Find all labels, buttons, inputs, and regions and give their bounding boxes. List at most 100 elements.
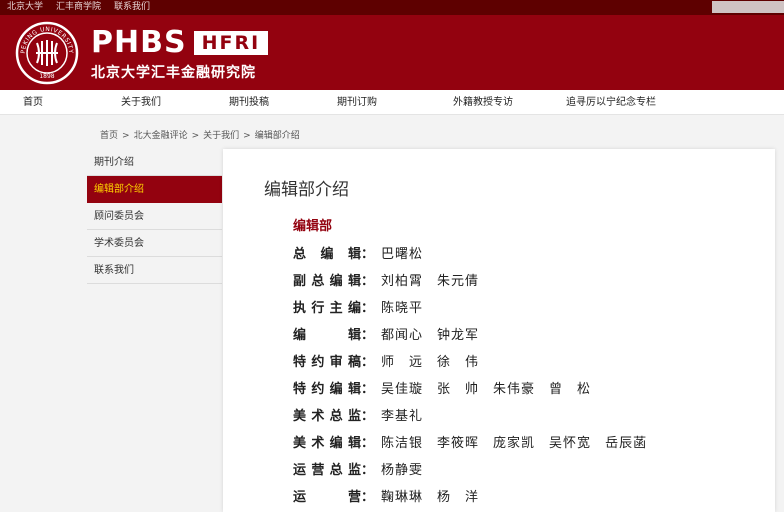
staff-colon: ： <box>361 490 375 505</box>
sidebar-item-editorial[interactable]: 编辑部介绍 <box>87 176 222 203</box>
breadcrumb-home[interactable]: 首页 <box>100 131 118 141</box>
staff-role-char: 术 <box>311 409 325 424</box>
staff-role: 编辑 <box>293 324 361 343</box>
staff-colon: ： <box>361 436 375 451</box>
staff-name: 朱伟豪 <box>493 382 536 397</box>
staff-role-char: 运 <box>293 463 307 478</box>
staff-role-char: 营 <box>311 463 325 478</box>
staff-name: 李筱晖 <box>437 436 480 451</box>
staff-row: 执行主编： 陈晓平 <box>293 293 661 320</box>
top-link-contact[interactable]: 联系我们 <box>114 0 150 15</box>
breadcrumb-about[interactable]: 关于我们 <box>203 131 239 141</box>
staff-name: 岳辰菡 <box>605 436 648 451</box>
staff-names: 刘柏霄 朱元倩 <box>381 270 493 289</box>
staff-role-char: 辑 <box>347 382 361 397</box>
staff-role-char: 约 <box>311 382 325 397</box>
staff-name: 庞家凯 <box>493 436 536 451</box>
staff-colon: ： <box>361 328 375 343</box>
staff-role: 副总编辑 <box>293 270 361 289</box>
nav-item-about[interactable]: 关于我们 <box>121 90 161 115</box>
staff-names: 吴佳璇张 帅朱伟豪曾 松 <box>381 378 605 397</box>
staff-row: 美术编辑： 陈洁银 李筱晖 庞家凯 吴怀宽 岳辰菡 <box>293 428 661 455</box>
pku-seal-logo: PEKING UNIVERSITY 1898 <box>15 21 79 85</box>
staff-name: 曾 松 <box>549 382 592 397</box>
staff-name: 徐 伟 <box>437 355 480 370</box>
staff-row: 副总编辑： 刘柏霄 朱元倩 <box>293 266 661 293</box>
staff-colon: ： <box>361 463 375 478</box>
staff-role-char: 营 <box>347 490 361 505</box>
staff-name: 李基礼 <box>381 409 424 424</box>
staff-role: 美术编辑 <box>293 432 361 451</box>
staff-colon: ： <box>361 301 375 316</box>
staff-names: 鞠琳琳杨 洋 <box>381 486 493 505</box>
staff-role-char: 编 <box>329 382 343 397</box>
staff-row: 总编辑： 巴曙松 <box>293 239 661 266</box>
staff-role-char: 美 <box>293 436 307 451</box>
seal-year: 1898 <box>39 73 54 80</box>
staff-name: 都闻心 <box>381 328 424 343</box>
nav-item-subscription[interactable]: 期刊订购 <box>337 90 377 115</box>
nav-item-interviews[interactable]: 外籍教授专访 <box>453 90 513 115</box>
staff-role-char: 编 <box>320 247 334 262</box>
staff-role-char: 监 <box>347 463 361 478</box>
staff-role-char: 辑 <box>347 247 361 262</box>
header-banner: PEKING UNIVERSITY 1898 PHBS HFRI 北京大学汇丰金… <box>0 15 784 90</box>
sidebar-item-advisory[interactable]: 顾问委员会 <box>87 203 222 230</box>
staff-role-char: 总 <box>293 247 307 262</box>
brand-wordmark: PHBS HFRI <box>91 28 269 58</box>
staff-role-char: 总 <box>329 463 343 478</box>
sidebar-item-contact[interactable]: 联系我们 <box>87 257 222 284</box>
staff-role-char: 特 <box>293 355 307 370</box>
top-link-phbs[interactable]: 汇丰商学院 <box>56 0 101 15</box>
staff-name: 师 远 <box>381 355 424 370</box>
staff-name: 陈洁银 <box>381 436 424 451</box>
staff-name: 朱元倩 <box>437 274 480 289</box>
staff-name: 张 帅 <box>437 382 480 397</box>
staff-role-char: 稿 <box>347 355 361 370</box>
staff-role-char: 编 <box>329 274 343 289</box>
staff-role-char: 编 <box>293 328 307 343</box>
staff-role-char: 运 <box>293 490 307 505</box>
staff-row: 运营总监： 杨静雯 <box>293 455 661 482</box>
staff-name: 陈晓平 <box>381 301 424 316</box>
staff-names: 都闻心 钟龙军 <box>381 324 493 343</box>
staff-name: 巴曙松 <box>381 247 424 262</box>
sidebar-item-academic[interactable]: 学术委员会 <box>87 230 222 257</box>
staff-role-char: 辑 <box>347 436 361 451</box>
staff-names: 巴曙松 <box>381 243 437 262</box>
staff-role: 运营 <box>293 486 361 505</box>
breadcrumb: 首页 > 北大金融评论 > 关于我们 > 编辑部介绍 <box>100 131 300 141</box>
staff-role: 美术总监 <box>293 405 361 424</box>
staff-names: 李基礼 <box>381 405 437 424</box>
top-link-pku[interactable]: 北京大学 <box>7 0 43 15</box>
staff-name: 刘柏霄 <box>381 274 424 289</box>
staff-role: 执行主编 <box>293 297 361 316</box>
staff-role-char: 特 <box>293 382 307 397</box>
page-title: 编辑部介绍 <box>264 180 349 200</box>
search-input[interactable] <box>712 1 784 13</box>
section-heading: 编辑部 <box>293 219 333 234</box>
staff-role: 特约编辑 <box>293 378 361 397</box>
staff-row: 特约审稿： 师 远徐 伟 <box>293 347 661 374</box>
top-links: 北京大学 汇丰商学院 联系我们 <box>7 0 163 15</box>
nav-item-home[interactable]: 首页 <box>23 90 43 115</box>
staff-role-char: 审 <box>329 355 343 370</box>
nav-item-submission[interactable]: 期刊投稿 <box>229 90 269 115</box>
staff-role-char: 总 <box>311 274 325 289</box>
staff-name: 杨静雯 <box>381 463 424 478</box>
staff-colon: ： <box>361 274 375 289</box>
nav-item-memorial[interactable]: 追寻厉以宁纪念专栏 <box>566 90 656 115</box>
staff-row: 编辑：都闻心 钟龙军 <box>293 320 661 347</box>
breadcrumb-current[interactable]: 编辑部介绍 <box>255 131 300 141</box>
sidebar-item-journal[interactable]: 期刊介绍 <box>87 149 222 176</box>
staff-role-char: 辑 <box>347 274 361 289</box>
brand-chinese-name: 北京大学汇丰金融研究院 <box>91 65 256 81</box>
staff-role-char: 约 <box>311 355 325 370</box>
staff-role-char: 编 <box>347 301 361 316</box>
staff-colon: ： <box>361 382 375 397</box>
staff-role: 总编辑 <box>293 243 361 262</box>
staff-role-char: 辑 <box>347 328 361 343</box>
breadcrumb-review[interactable]: 北大金融评论 <box>134 131 188 141</box>
sidebar: 期刊介绍 编辑部介绍 顾问委员会 学术委员会 联系我们 <box>87 149 222 284</box>
staff-role-char: 监 <box>347 409 361 424</box>
